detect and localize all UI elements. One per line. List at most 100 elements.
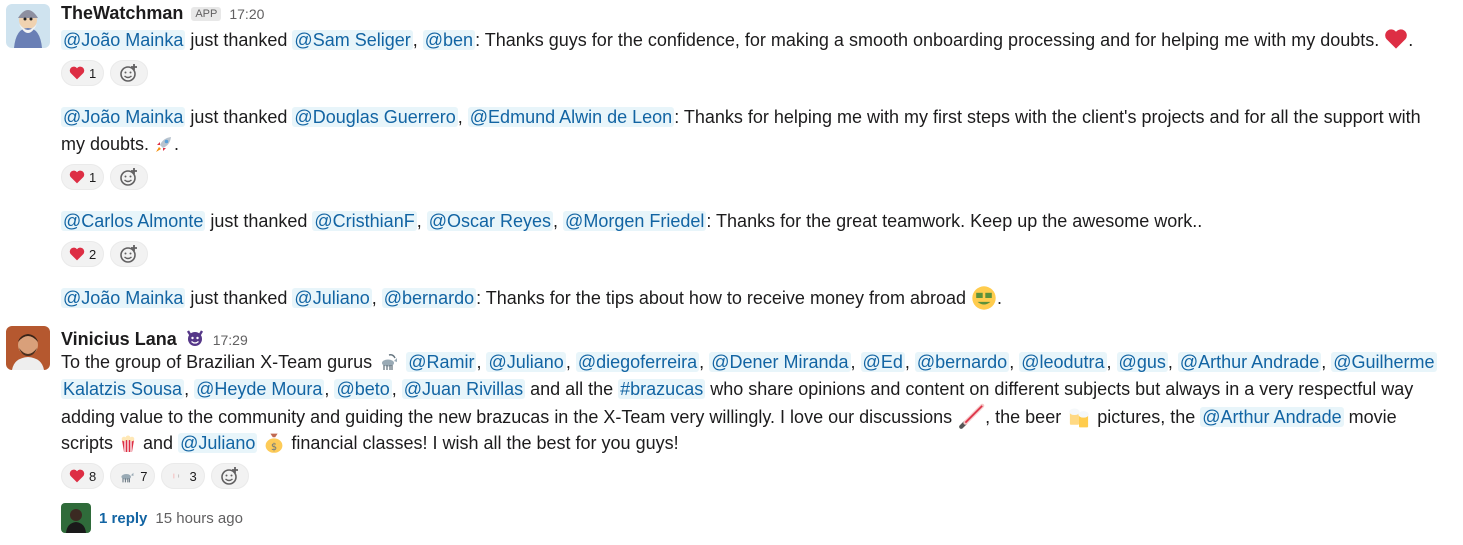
beers-emoji <box>1069 408 1089 428</box>
mention[interactable]: @Ramir <box>406 352 477 372</box>
message-text-line: To the group of Brazilian X-Team gurus @… <box>61 349 1437 376</box>
goat-emoji <box>382 354 398 370</box>
separator: , <box>553 211 564 231</box>
reaction-count: 3 <box>189 468 197 484</box>
message-text-line: adding value to the community and guidin… <box>61 403 1397 431</box>
mention[interactable]: @Carlos Almonte <box>61 211 206 231</box>
reaction-goat[interactable]: 7 <box>110 463 156 489</box>
message-time[interactable]: 17:29 <box>213 332 248 348</box>
mention[interactable]: @Dener Miranda <box>709 352 851 372</box>
mention[interactable]: @bernardo <box>914 352 1010 372</box>
text: : Thanks guys for the confidence, for ma… <box>475 30 1385 50</box>
separator: , <box>1321 352 1332 372</box>
app-badge: APP <box>191 7 222 21</box>
reactions-bar: 8 7 3 <box>61 463 249 489</box>
separator: , <box>457 107 468 127</box>
add-reaction-button[interactable] <box>210 463 249 489</box>
rocket-emoji <box>156 137 172 152</box>
mention[interactable]: @Juliano <box>486 352 566 372</box>
text: just thanked <box>205 211 313 231</box>
separator: , <box>371 288 382 308</box>
separator: , <box>324 379 335 399</box>
message-header: Vinicius Lana 17:29 <box>61 325 248 350</box>
add-reaction-icon <box>120 168 138 186</box>
devil-emoji <box>186 330 203 346</box>
text: , the beer <box>985 407 1067 427</box>
mention[interactable]: Kalatzis Sousa <box>61 379 185 399</box>
last-reply-time: 15 hours ago <box>155 509 243 527</box>
message-time[interactable]: 17:20 <box>229 6 264 22</box>
popcorn-emoji <box>121 435 135 452</box>
message-text-line: Kalatzis Sousa, @Heyde Moura, @beto, @Ju… <box>61 376 1413 403</box>
mention[interactable]: @Juliano <box>292 288 372 308</box>
mention[interactable]: @João Mainka <box>61 107 186 127</box>
add-reaction-icon <box>220 467 238 485</box>
author-name[interactable]: TheWatchman <box>61 3 183 24</box>
mention[interactable]: @Guilherme <box>1331 352 1437 372</box>
mention[interactable]: @Juliano <box>178 433 258 453</box>
mention[interactable]: @bernardo <box>381 288 477 308</box>
reaction-heart[interactable]: 8 <box>61 463 105 489</box>
mention[interactable]: @Edmund Alwin de Leon <box>467 107 675 127</box>
author-name[interactable]: Vinicius Lana <box>61 329 177 350</box>
mention[interactable]: @João Mainka <box>61 30 186 50</box>
separator: , <box>1009 352 1020 372</box>
reaction-count: 2 <box>89 246 97 262</box>
mention[interactable]: @ben <box>422 30 476 50</box>
add-reaction-icon <box>120 64 138 82</box>
mention[interactable]: @Ed <box>860 352 905 372</box>
mention[interactable]: @Douglas Guerrero <box>292 107 458 127</box>
separator: , <box>699 352 710 372</box>
mention[interactable]: @Arthur Andrade <box>1177 352 1322 372</box>
text: scripts <box>61 433 119 453</box>
channel-link[interactable]: #brazucas <box>618 379 706 399</box>
reaction-heart[interactable]: 2 <box>61 241 105 267</box>
mention[interactable]: @leodutra <box>1019 352 1107 372</box>
mention[interactable]: @Heyde Moura <box>194 379 325 399</box>
reaction-heart[interactable]: 1 <box>61 60 105 86</box>
heart-emoji <box>1385 29 1408 49</box>
reaction-heart[interactable]: 1 <box>61 164 105 190</box>
mention[interactable]: @Sam Seliger <box>292 30 413 50</box>
money-bag-emoji: $ <box>266 433 283 453</box>
add-reaction-button[interactable] <box>110 241 149 267</box>
reaction-count: 8 <box>89 468 97 484</box>
reaction-count: 1 <box>89 169 97 185</box>
separator: , <box>476 352 487 372</box>
mention[interactable]: @Juan Rivillas <box>401 379 526 399</box>
message-thewatchman: TheWatchman APP 17:20 @João Mainka just … <box>0 0 1463 320</box>
mention[interactable]: @gus <box>1116 352 1168 372</box>
mention[interactable]: @diegoferreira <box>575 352 700 372</box>
text: To the group of Brazilian X-Team gurus <box>61 352 378 372</box>
avatar-vinicius-lana[interactable] <box>6 326 50 370</box>
mention[interactable]: @João Mainka <box>61 288 186 308</box>
separator: , <box>1106 352 1117 372</box>
mention[interactable]: @CristhianF <box>312 211 417 231</box>
mention[interactable]: @Oscar Reyes <box>426 211 554 231</box>
separator: , <box>184 379 195 399</box>
text: financial classes! I wish all the best f… <box>286 433 679 453</box>
message-text-line: @João Mainka just thanked @Douglas Guerr… <box>61 104 1421 131</box>
separator: , <box>391 379 402 399</box>
avatar-thewatchman[interactable] <box>6 4 50 48</box>
add-reaction-button[interactable] <box>110 164 149 190</box>
text: and <box>138 433 179 453</box>
thread-replies[interactable]: 1 reply 15 hours ago <box>61 503 243 533</box>
message-text-line: @João Mainka just thanked @Sam Seliger, … <box>61 27 1413 54</box>
message-text-line: @João Mainka just thanked @Juliano, @ber… <box>61 285 1002 312</box>
reactions-bar: 2 <box>61 241 149 267</box>
heart-emoji <box>69 170 85 184</box>
reply-avatar <box>61 503 91 533</box>
svg-text:$: $ <box>271 442 277 453</box>
mention[interactable]: @Morgen Friedel <box>563 211 707 231</box>
mention[interactable]: @beto <box>334 379 392 399</box>
reactions-bar: 1 <box>61 60 149 86</box>
text: just thanked <box>185 107 293 127</box>
mention[interactable]: @Arthur Andrade <box>1200 407 1344 427</box>
reply-count-link[interactable]: 1 reply <box>99 510 147 527</box>
add-reaction-button[interactable] <box>110 60 149 86</box>
message-text-line: my doubts. . <box>61 131 179 158</box>
separator: , <box>850 352 861 372</box>
text: . <box>997 288 1003 308</box>
reaction-sparkle[interactable]: 3 <box>161 463 205 489</box>
